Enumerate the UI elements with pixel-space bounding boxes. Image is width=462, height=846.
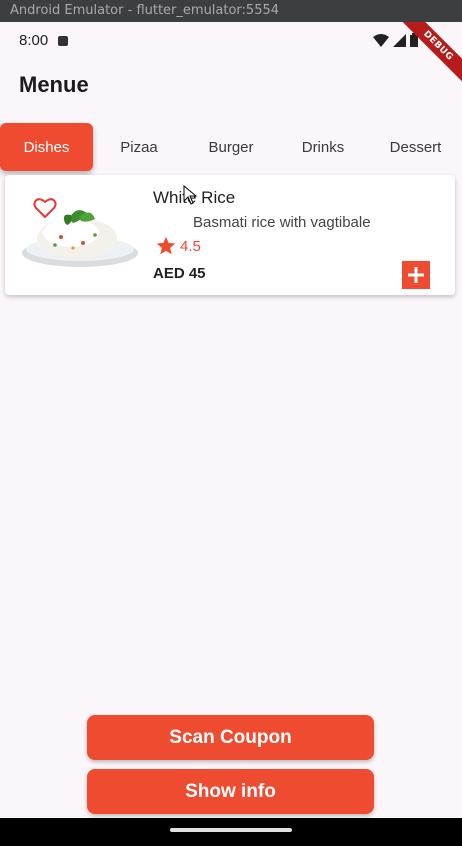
tab-pizaa[interactable]: Pizaa [93, 123, 185, 171]
status-icons [373, 33, 418, 47]
emulator-window-title: Android Emulator - flutter_emulator:5554 [0, 0, 462, 22]
signal-icon [393, 33, 406, 47]
item-price: AED 45 [153, 265, 206, 282]
tab-dishes[interactable]: Dishes [0, 123, 93, 171]
wifi-icon [373, 33, 389, 47]
page-title: Menue [19, 72, 89, 97]
heart-outline-icon[interactable] [33, 197, 57, 219]
plus-icon [408, 267, 424, 283]
mouse-cursor-icon [183, 185, 198, 205]
show-info-button[interactable]: Show info [87, 769, 374, 814]
add-to-cart-button[interactable] [402, 261, 430, 289]
item-rating: 4.5 [180, 238, 201, 255]
category-tabs: Dishes Pizaa Burger Drinks Dessert [0, 123, 462, 171]
menu-item-card[interactable]: White Rice Basmati rice with vagtibale 4… [5, 175, 455, 295]
scan-coupon-button[interactable]: Scan Coupon [87, 715, 374, 760]
status-time: 8:00 [19, 32, 49, 49]
home-gesture-handle[interactable] [170, 828, 292, 832]
navigation-bar [0, 818, 462, 846]
item-description: Basmati rice with vagtibale [193, 214, 371, 231]
app-notification-icon [58, 36, 68, 46]
tab-burger[interactable]: Burger [185, 123, 277, 171]
tab-drinks[interactable]: Drinks [277, 123, 369, 171]
phone-screen: 8:00 DEBUG Menue Dishes Pizaa Burger Dri… [0, 22, 462, 822]
star-icon [156, 236, 176, 255]
status-bar: 8:00 [0, 22, 462, 58]
tab-dessert[interactable]: Dessert [369, 123, 462, 171]
